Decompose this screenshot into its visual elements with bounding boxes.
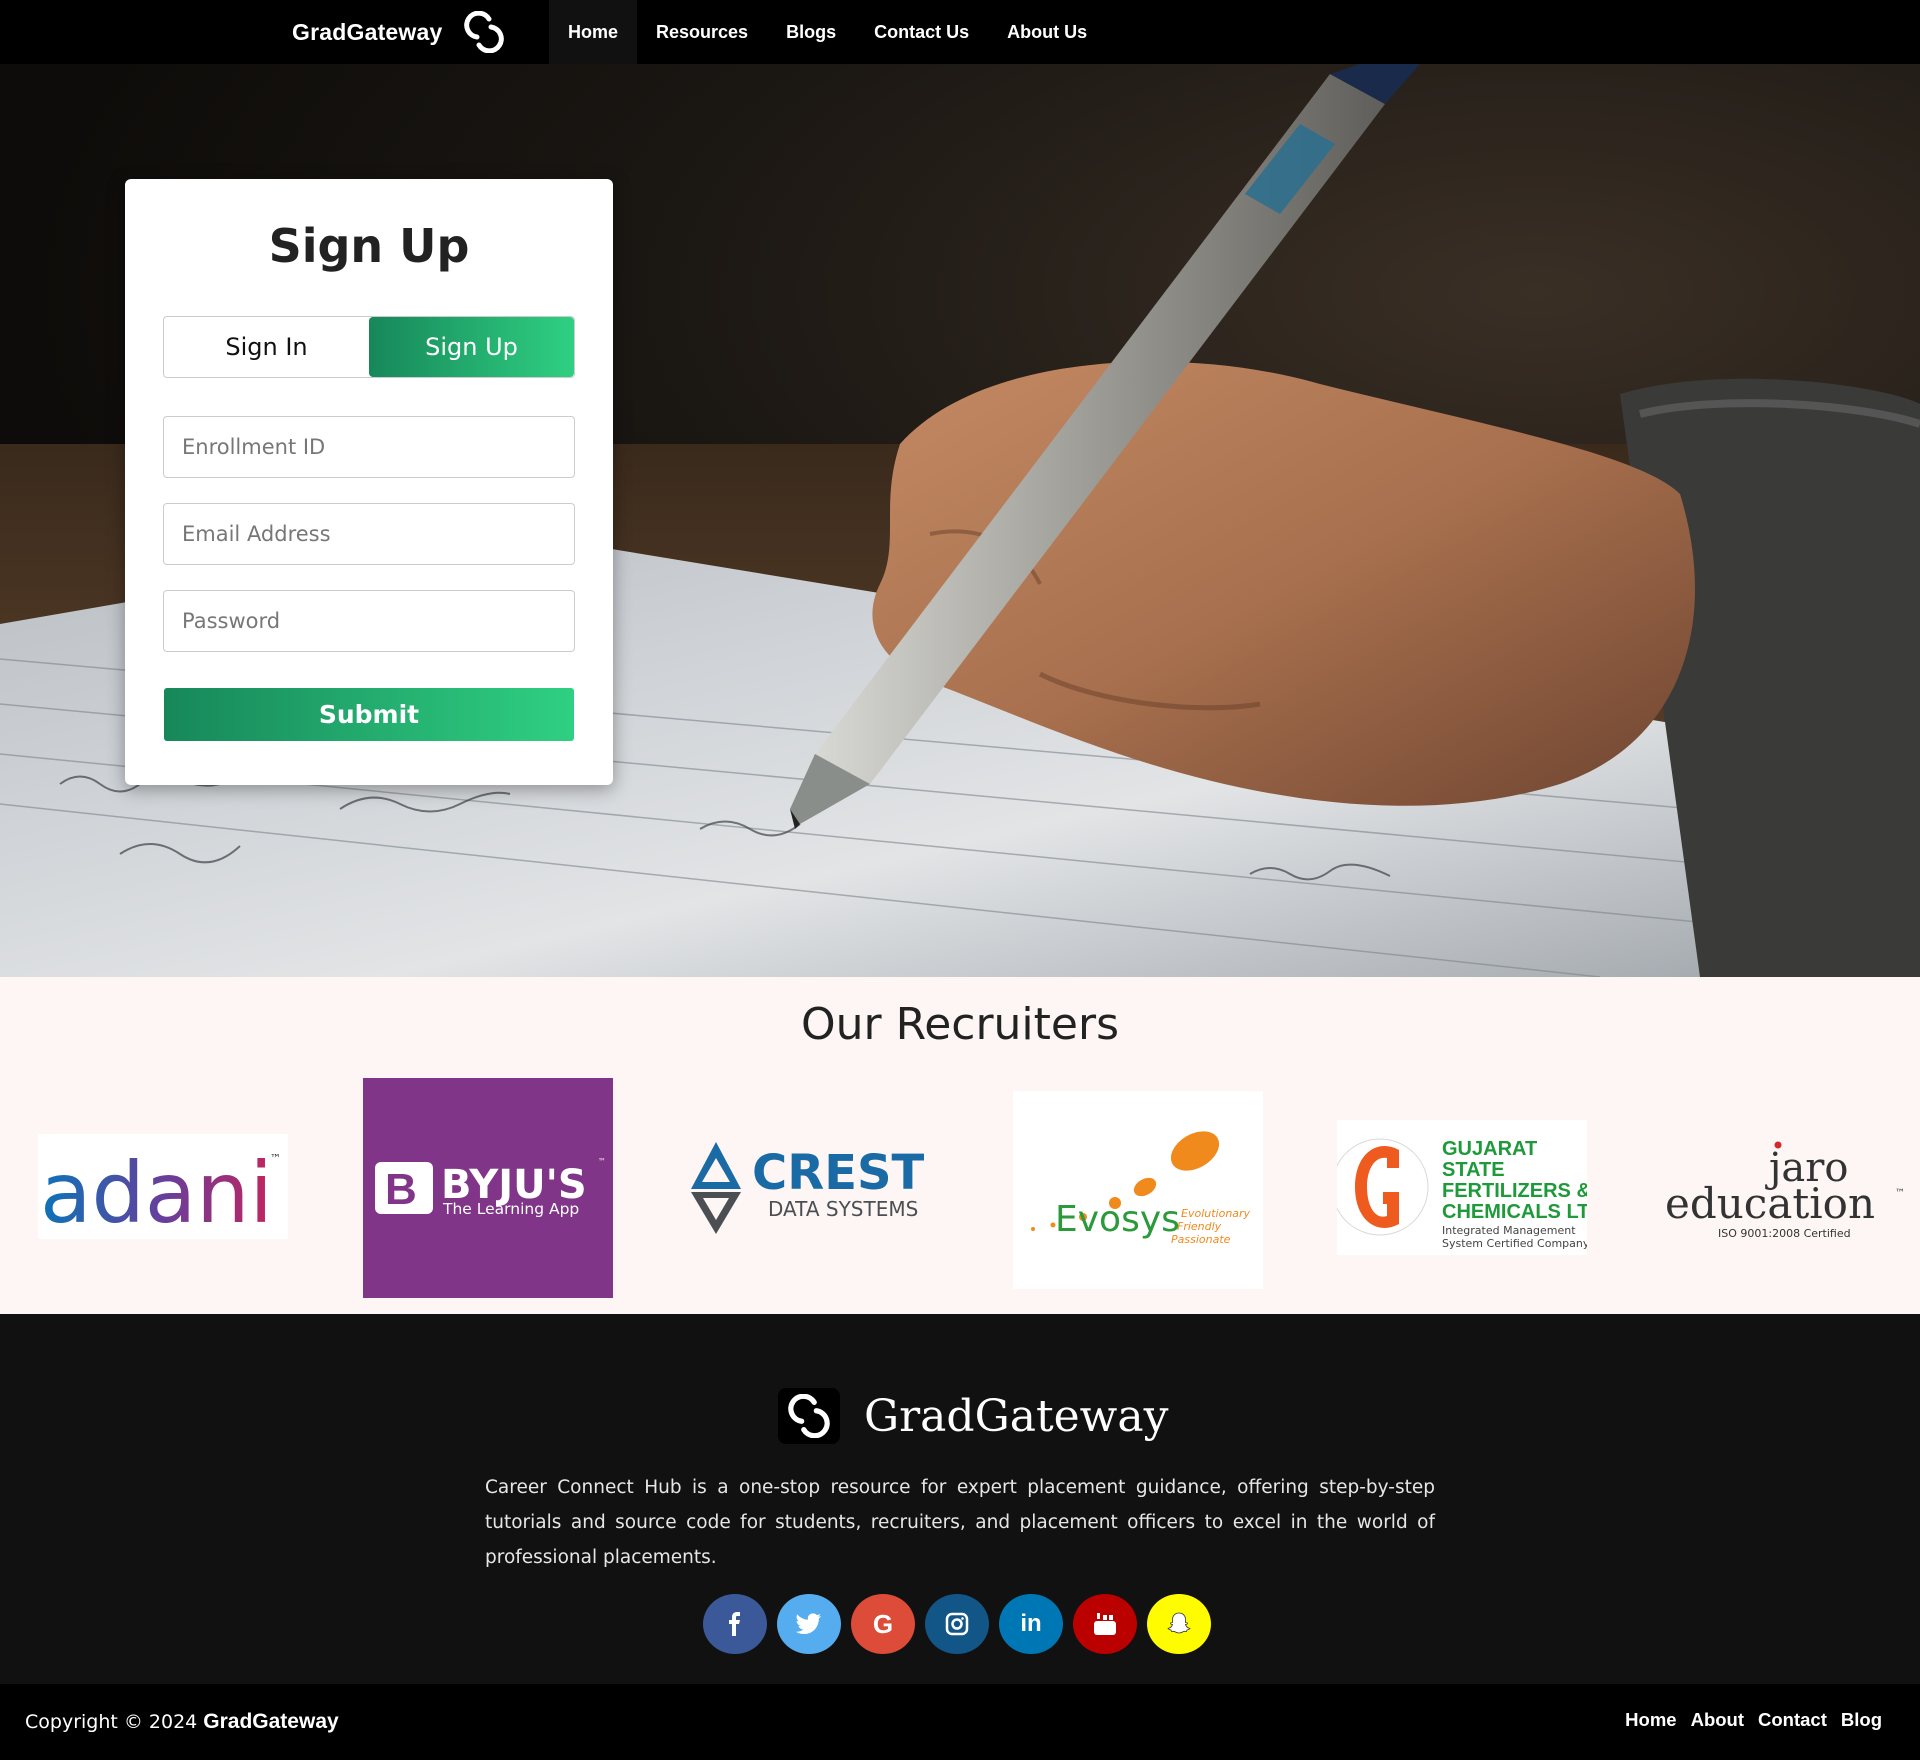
- nav-blogs[interactable]: Blogs: [767, 0, 855, 64]
- footer-logo: [778, 1388, 840, 1444]
- evosys-wordmark: Evosys: [1055, 1199, 1180, 1240]
- jaro-wordmark-2: education: [1665, 1179, 1875, 1228]
- recruiters-section: Our Recruiters adani ™ B BYJU'S ™ The Le…: [0, 977, 1920, 1314]
- footer: GradGateway Career Connect Hub is a one-…: [0, 1314, 1920, 1684]
- nav-home[interactable]: Home: [549, 0, 638, 64]
- crest-logo: CREST DATA SYSTEMS: [686, 1134, 938, 1239]
- footer-links: Home About Contact Blog: [1625, 1684, 1882, 1756]
- byjus-tagline: The Learning App: [442, 1200, 579, 1218]
- evosys-logo-image: Evosys Evolutionary Friendly Passionate: [1031, 1131, 1251, 1246]
- bottom-bar: Copyright © 2024 GradGateway Home About …: [0, 1684, 1920, 1760]
- gsfc-line-2: STATE: [1442, 1159, 1505, 1181]
- adani-wordmark: adani: [40, 1144, 273, 1239]
- evosys-tagline-2: Friendly: [1177, 1220, 1222, 1233]
- gsfc-tagline-1: Integrated Management: [1442, 1224, 1576, 1237]
- byjus-trademark: ™: [598, 1157, 606, 1166]
- byjus-logo-image: B BYJU'S ™ The Learning App: [375, 1157, 606, 1218]
- gsfc-tagline-2: System Certified Company: [1442, 1237, 1587, 1250]
- footer-link-about[interactable]: About: [1691, 1709, 1744, 1731]
- footer-logo-icon: [788, 1394, 830, 1438]
- recruiters-title: Our Recruiters: [801, 999, 1119, 1050]
- nav-resources[interactable]: Resources: [637, 0, 767, 64]
- tab-sign-in[interactable]: Sign In: [164, 317, 369, 377]
- submit-button[interactable]: Submit: [164, 688, 574, 741]
- footer-link-home[interactable]: Home: [1625, 1709, 1676, 1731]
- footer-link-contact[interactable]: Contact: [1758, 1709, 1827, 1731]
- footer-brand-name: GradGateway: [864, 1390, 1169, 1442]
- copyright-text: Copyright © 2024: [25, 1711, 198, 1733]
- signup-title: Sign Up: [268, 219, 470, 273]
- gsfc-line-1: GUJARAT: [1442, 1138, 1537, 1160]
- snapchat-icon[interactable]: [1147, 1594, 1211, 1654]
- hero-section: Sign Up Sign In Sign Up Submit: [0, 64, 1920, 977]
- signup-card: Sign Up Sign In Sign Up Submit: [125, 179, 613, 785]
- nav-about-us[interactable]: About Us: [988, 0, 1106, 64]
- adani-trademark: ™: [270, 1152, 281, 1165]
- jaro-logo-image: jaro education ™ ISO 9001:2008 Certified: [1665, 1141, 1905, 1240]
- gsfc-logo: GUJARAT STATE FERTILIZERS & CHEMICALS LT…: [1331, 1120, 1609, 1255]
- crest-logo-image: CREST DATA SYSTEMS: [691, 1142, 925, 1234]
- nav-links: Home Resources Blogs Contact Us About Us: [549, 0, 1106, 64]
- password-input[interactable]: [163, 590, 575, 652]
- jaro-tagline: ISO 9001:2008 Certified: [1718, 1227, 1851, 1239]
- copyright-brand[interactable]: GradGateway: [203, 1710, 338, 1734]
- email-address-input[interactable]: [163, 503, 575, 565]
- gsfc-line-3: FERTILIZERS &: [1442, 1180, 1587, 1202]
- social-links: G in: [703, 1594, 1211, 1654]
- auth-tabs: Sign In Sign Up: [163, 316, 575, 378]
- twitter-icon[interactable]: [777, 1594, 841, 1654]
- footer-link-blog[interactable]: Blog: [1841, 1709, 1882, 1731]
- jaro-trademark: ™: [1895, 1188, 1905, 1199]
- adani-logo-image: adani ™: [40, 1144, 281, 1239]
- adani-logo: adani ™: [38, 1134, 288, 1239]
- instagram-icon[interactable]: [925, 1594, 989, 1654]
- google-icon[interactable]: G: [851, 1594, 915, 1654]
- byjus-logo: B BYJU'S ™ The Learning App: [363, 1078, 613, 1298]
- jaro-education-logo: jaro education ™ ISO 9001:2008 Certified: [1661, 1134, 1911, 1240]
- linkedin-icon[interactable]: in: [999, 1594, 1063, 1654]
- crest-wordmark: CREST: [752, 1145, 925, 1201]
- tab-sign-up[interactable]: Sign Up: [369, 317, 574, 377]
- nav-contact-us[interactable]: Contact Us: [855, 0, 988, 64]
- crest-tagline: DATA SYSTEMS: [768, 1197, 918, 1221]
- youtube-icon[interactable]: [1073, 1594, 1137, 1654]
- navbar-brand[interactable]: GradGateway: [292, 0, 505, 64]
- facebook-icon[interactable]: [703, 1594, 767, 1654]
- evosys-tagline-3: Passionate: [1171, 1233, 1231, 1246]
- top-navbar: GradGateway Home Resources Blogs Contact…: [0, 0, 1920, 64]
- enrollment-id-input[interactable]: [163, 416, 575, 478]
- gsfc-logo-image: GUJARAT STATE FERTILIZERS & CHEMICALS LT…: [1331, 1138, 1609, 1250]
- evosys-tagline-1: Evolutionary: [1181, 1207, 1251, 1220]
- evosys-logo: Evosys Evolutionary Friendly Passionate: [1013, 1091, 1263, 1289]
- brand-logo-icon: [463, 11, 504, 53]
- brand-name: GradGateway: [292, 18, 443, 45]
- copyright: Copyright © 2024 GradGateway: [25, 1684, 339, 1760]
- footer-description: Career Connect Hub is a one-stop resourc…: [485, 1477, 1435, 1568]
- svg-text:B: B: [385, 1165, 417, 1214]
- footer-brand[interactable]: GradGateway: [778, 1388, 1168, 1444]
- gsfc-line-4: CHEMICALS LTD.: [1442, 1201, 1587, 1223]
